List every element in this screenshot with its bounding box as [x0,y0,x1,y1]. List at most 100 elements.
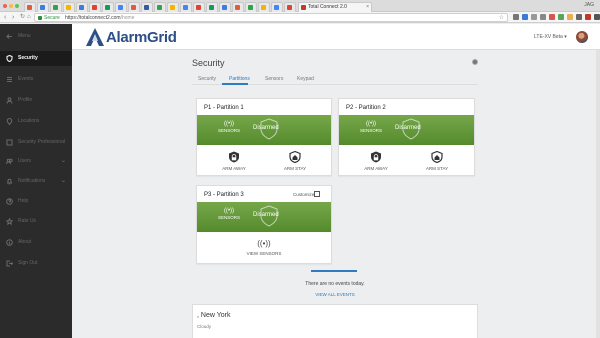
sidebar-item-rate-us[interactable]: Rate Us [0,214,72,229]
page-title: Security [192,58,225,68]
customize-link[interactable]: Customize [293,192,314,197]
forward-icon[interactable]: › [12,14,14,21]
weather-city: , New York [197,312,231,319]
chevron-down-icon[interactable]: ⌄ [61,157,66,164]
browser-tab[interactable] [37,2,49,12]
list-icon [7,77,12,82]
partition-status-banner[interactable]: ((•)) SENSORS Disarmed [197,202,331,232]
browser-tab[interactable] [206,2,218,12]
browser-user-label[interactable]: JAG [584,2,594,8]
arm-away-button[interactable]: ARM AWAY [214,151,254,171]
extension-icon[interactable] [549,14,555,20]
browser-tab[interactable] [128,2,140,12]
sidebar-item-help[interactable]: Help [0,194,72,209]
tab-keypad[interactable]: Keypad [297,76,314,82]
tab-favicon-icon [261,5,266,10]
partition-status-banner[interactable]: ((•)) SENSORS Disarmed [197,115,331,145]
browser-tab[interactable] [271,2,283,12]
browser-tab[interactable] [154,2,166,12]
back-icon[interactable]: ‹ [4,14,6,21]
page-scrollbar[interactable] [596,50,600,338]
sidebar-item-about[interactable]: About [0,235,72,250]
back-arrow-icon [6,34,12,39]
sidebar-item-notifications[interactable]: Notifications ⌄ [0,174,72,189]
extension-icon[interactable] [558,14,564,20]
reload-icon[interactable]: ↻ [20,14,25,21]
browser-tab[interactable] [102,2,114,12]
browser-tab[interactable] [24,2,36,12]
browser-tab[interactable] [232,2,244,12]
partition-title: P3 - Partition 3 [204,192,244,198]
close-tab-icon[interactable]: × [366,4,369,10]
browser-tab[interactable] [76,2,88,12]
view-sensors-button[interactable]: ((•)) VIEW SENSORS [197,239,331,256]
sensor-wave-icon: ((•)) [223,208,235,214]
browser-tab[interactable] [219,2,231,12]
sidebar-item-profile[interactable]: Profile [0,93,72,108]
extension-icon[interactable] [513,14,519,20]
arm-stay-label: ARM STAY [425,166,449,171]
lock-icon [38,16,42,20]
arm-away-button[interactable]: ARM AWAY [356,151,396,171]
tab-sensors[interactable]: Sensors [265,76,283,82]
partition-status-banner[interactable]: ((•)) SENSORS Disarmed [339,115,474,145]
arm-stay-button[interactable]: ARM STAY [417,151,457,171]
customize-icon[interactable] [314,191,320,197]
account-selector[interactable]: LTE-XV Beta ▾ [534,34,567,40]
events-divider [311,270,357,272]
browser-tab[interactable] [167,2,179,12]
tab-partitions[interactable]: Partitions [229,76,250,82]
sensors-button[interactable]: ((•)) SENSORS [217,208,241,220]
location-pin-icon [6,118,13,125]
arm-away-shield-icon [371,151,381,163]
sidebar-item-users[interactable]: Users ⌄ [0,154,72,169]
extension-icon[interactable] [567,14,573,20]
arm-stay-button[interactable]: ARM STAY [275,151,315,171]
chrome-menu-icon[interactable] [594,14,600,20]
alarmgrid-logo[interactable]: AlarmGrid [84,27,192,47]
avatar[interactable] [576,31,588,43]
sensors-button[interactable]: ((•)) SENSORS [217,121,241,133]
sidebar-item-label: Notifications [18,178,46,184]
browser-tab[interactable] [115,2,127,12]
maximize-window-icon[interactable] [15,4,19,8]
sidebar-item-sign-out[interactable]: Sign Out [0,256,72,271]
tab-security[interactable]: Security [198,76,216,82]
extension-icon[interactable] [531,14,537,20]
sidebar-item-locations[interactable]: Locations [0,114,72,129]
address-bar[interactable]: Secure https://totalconnect2.com/home ☆ [34,13,508,22]
bookmark-star-icon[interactable]: ☆ [499,14,504,21]
browser-tab[interactable] [50,2,62,12]
home-icon[interactable]: ⌂ [27,14,31,21]
window-controls[interactable] [3,4,19,8]
sidebar-item-events[interactable]: Events [0,72,72,87]
browser-tab[interactable] [258,2,270,12]
sensors-button[interactable]: ((•)) SENSORS [359,121,383,133]
browser-tab[interactable] [193,2,205,12]
sidebar-menu-toggle[interactable]: Menu [0,29,72,44]
browser-tab[interactable] [141,2,153,12]
extension-icon[interactable] [576,14,582,20]
view-all-events-link[interactable]: VIEW ALL EVENTS [192,292,478,297]
extension-icon[interactable] [585,14,591,20]
tab-favicon-icon [40,5,45,10]
browser-tab[interactable] [63,2,75,12]
browser-tab[interactable] [245,2,257,12]
browser-tab[interactable] [284,2,296,12]
shield-icon [6,55,13,62]
browser-tab[interactable] [89,2,101,12]
browser-tab[interactable] [180,2,192,12]
extension-icon[interactable] [540,14,546,20]
extension-icon[interactable] [522,14,528,20]
minimize-window-icon[interactable] [9,4,13,8]
weather-condition: Cloudy [197,324,212,329]
close-window-icon[interactable] [3,4,7,8]
sidebar-item-security[interactable]: Security [0,51,72,66]
chevron-down-icon[interactable]: ⌄ [61,177,66,184]
browser-tab-active[interactable]: Total Connect 2.0 × [298,2,372,12]
sidebar-item-label: Security Professional [18,139,65,145]
badge-icon [6,139,13,146]
gear-icon[interactable] [472,59,478,65]
extension-icons [513,14,600,20]
sidebar-item-security-professional[interactable]: Security Professional [0,135,72,150]
